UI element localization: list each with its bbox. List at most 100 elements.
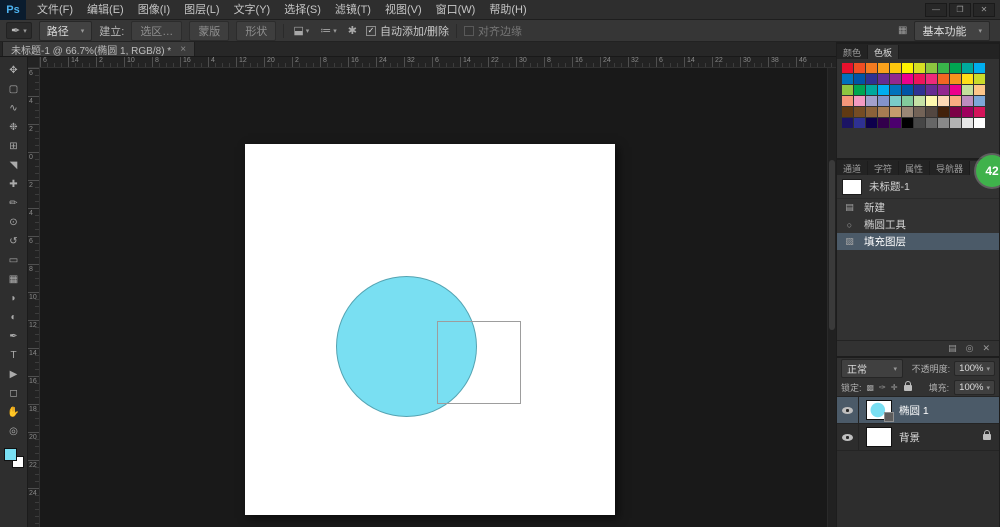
menu-item[interactable]: 文字(Y) (227, 0, 278, 20)
history-step[interactable]: ▨填充图层 (837, 233, 999, 250)
color-swatch[interactable] (842, 85, 853, 95)
color-swatch[interactable] (926, 85, 937, 95)
lock-position-icon[interactable]: ✛ (891, 383, 898, 392)
color-swatch[interactable] (842, 107, 853, 117)
make-mask-button[interactable]: 蒙版 (189, 21, 229, 41)
color-swatch[interactable] (866, 96, 877, 106)
color-swatch[interactable] (878, 85, 889, 95)
blend-mode-dropdown[interactable]: 正常 ▾ (841, 359, 903, 378)
color-swatch[interactable] (950, 96, 961, 106)
color-swatch[interactable] (914, 107, 925, 117)
color-swatch[interactable] (842, 96, 853, 106)
menu-item[interactable]: 选择(S) (277, 0, 328, 20)
lock-all-icon[interactable] (904, 385, 912, 391)
tab-mid-1[interactable]: 字符 (868, 161, 899, 175)
color-swatch[interactable] (878, 118, 889, 128)
tab-mid-0[interactable]: 通道 (837, 161, 868, 175)
color-swatch[interactable] (902, 107, 913, 117)
tool-mode-dropdown[interactable]: 路径 ▾ (39, 21, 93, 41)
color-swatch[interactable] (962, 85, 973, 95)
hand-tool[interactable]: ✋ (2, 403, 26, 422)
crop-tool[interactable]: ⊞ (2, 137, 26, 156)
minimize-button[interactable]: — (925, 3, 947, 17)
color-swatch[interactable] (926, 63, 937, 73)
opacity-dropdown[interactable]: 100% ▾ (954, 361, 995, 376)
color-swatch[interactable] (914, 85, 925, 95)
color-swatch[interactable] (962, 107, 973, 117)
tab-color-0[interactable]: 颜色 (837, 45, 868, 59)
color-swatch[interactable] (926, 107, 937, 117)
eyedropper-tool[interactable]: ◥ (2, 156, 26, 175)
vertical-scrollbar[interactable] (827, 68, 836, 527)
menu-item[interactable]: 图层(L) (177, 0, 226, 20)
color-swatch[interactable] (890, 96, 901, 106)
layer-row[interactable]: 背景 (837, 424, 999, 451)
color-swatch[interactable] (974, 96, 985, 106)
color-swatch[interactable] (938, 107, 949, 117)
color-swatch[interactable] (878, 107, 889, 117)
color-swatch[interactable] (854, 74, 865, 84)
color-swatch[interactable] (890, 74, 901, 84)
healing-brush-tool[interactable]: ✚ (2, 175, 26, 194)
delete-state-icon[interactable]: ✕ (982, 343, 990, 354)
dodge-tool[interactable]: ◐ (2, 308, 26, 327)
color-swatch[interactable] (926, 118, 937, 128)
pen-tool[interactable]: ✒ (2, 327, 26, 346)
visibility-toggle[interactable] (837, 424, 859, 450)
color-swatch[interactable] (878, 96, 889, 106)
color-swatch[interactable] (950, 85, 961, 95)
path-selection-tool[interactable]: ▶ (2, 365, 26, 384)
color-swatch[interactable] (938, 63, 949, 73)
new-snapshot-icon[interactable]: ◎ (966, 343, 974, 354)
gradient-tool[interactable]: ▦ (2, 270, 26, 289)
tab-mid-3[interactable]: 导航器 (930, 161, 970, 175)
brush-tool[interactable]: ✏ (2, 194, 26, 213)
color-swatch[interactable] (854, 107, 865, 117)
close-button[interactable]: ✕ (973, 3, 995, 17)
color-swatch[interactable] (974, 85, 985, 95)
color-swatch[interactable] (842, 74, 853, 84)
color-swatch[interactable] (950, 118, 961, 128)
color-swatch[interactable] (902, 74, 913, 84)
zoom-tool[interactable]: ◎ (2, 422, 26, 441)
tab-mid-2[interactable]: 属性 (899, 161, 930, 175)
menu-item[interactable]: 图像(I) (131, 0, 177, 20)
document-tab[interactable]: 未标题-1 @ 66.7%(椭圆 1, RGB/8) * × (2, 41, 195, 56)
pasteboard[interactable] (40, 68, 827, 527)
color-swatch[interactable] (938, 74, 949, 84)
rectangle-path[interactable] (437, 321, 521, 404)
color-swatch[interactable] (866, 118, 877, 128)
close-tab-icon[interactable]: × (180, 44, 186, 55)
color-swatch[interactable] (866, 85, 877, 95)
color-swatch[interactable] (842, 118, 853, 128)
color-swatch[interactable] (938, 96, 949, 106)
color-swatch[interactable] (974, 107, 985, 117)
marquee-tool[interactable]: ▢ (2, 80, 26, 99)
color-swatch[interactable] (878, 63, 889, 73)
document-canvas[interactable] (245, 144, 615, 515)
menu-item[interactable]: 窗口(W) (429, 0, 483, 20)
color-swatch[interactable] (902, 85, 913, 95)
restore-button[interactable]: ❐ (949, 3, 971, 17)
color-swatch[interactable] (974, 74, 985, 84)
color-swatch[interactable] (950, 107, 961, 117)
color-swatch[interactable] (950, 63, 961, 73)
color-swatch[interactable] (866, 63, 877, 73)
color-swatch[interactable] (914, 96, 925, 106)
menu-item[interactable]: 滤镜(T) (328, 0, 378, 20)
lock-pixels-icon[interactable]: ✑ (879, 383, 886, 392)
path-alignment-button[interactable]: ≔ ▾ (318, 24, 339, 37)
lasso-tool[interactable]: ∿ (2, 99, 26, 118)
color-swatch[interactable] (974, 118, 985, 128)
move-tool[interactable]: ✥ (2, 61, 26, 80)
eraser-tool[interactable]: ▭ (2, 251, 26, 270)
color-swatch[interactable] (902, 118, 913, 128)
type-tool[interactable]: T (2, 346, 26, 365)
menu-item[interactable]: 文件(F) (30, 0, 80, 20)
color-swatch[interactable] (866, 74, 877, 84)
color-swatch[interactable] (950, 74, 961, 84)
color-swatch[interactable] (866, 107, 877, 117)
color-swatch[interactable] (842, 63, 853, 73)
visibility-toggle[interactable] (837, 397, 859, 423)
rectangle-tool[interactable]: ◻ (2, 384, 26, 403)
